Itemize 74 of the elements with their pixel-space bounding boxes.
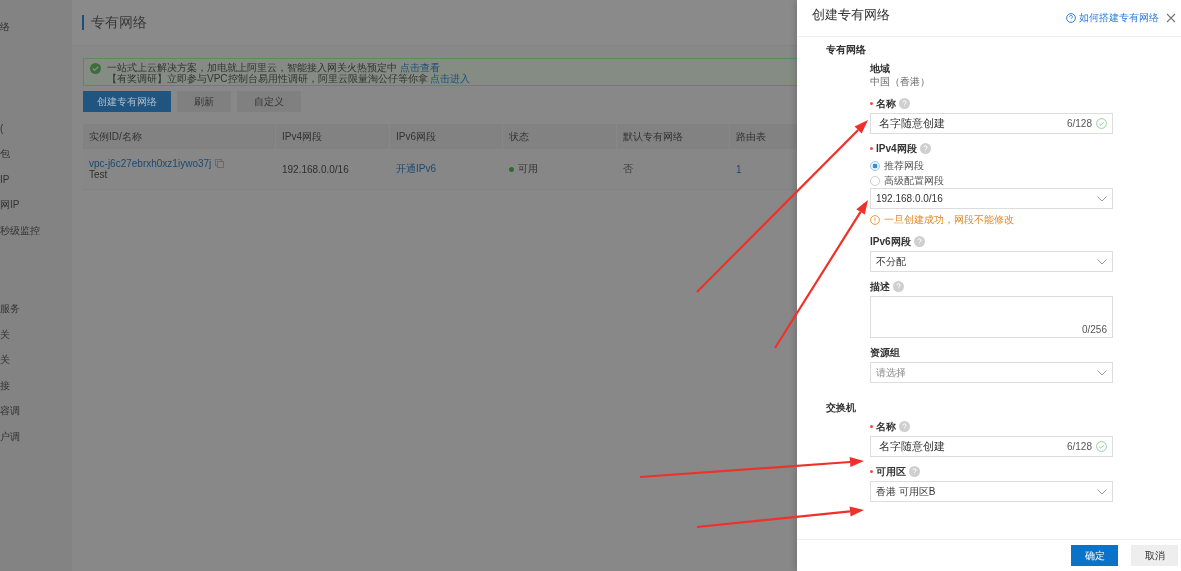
sidebar-item[interactable]: 络 [0, 21, 10, 32]
radio-button[interactable] [870, 160, 880, 171]
page-title: 专有网络 [82, 15, 147, 30]
sidebar-item[interactable]: 关 [0, 328, 10, 340]
cancel-button[interactable]: 取消 [1131, 545, 1178, 566]
notice-link[interactable]: 点击进入 [430, 73, 471, 84]
help-icon[interactable] [919, 143, 931, 154]
sidebar-item[interactable]: 包 [0, 148, 10, 159]
check-circle-icon [1096, 118, 1107, 129]
sidebar-item[interactable]: 网IP [0, 199, 20, 210]
description-field[interactable]: 0/256 [870, 296, 1113, 338]
notice-text: 【有奖调研】立即参与VPC控制台易用性调研，阿里云限量淘公仔等你拿 点击进入 [107, 73, 471, 84]
check-circle-icon [1096, 441, 1107, 452]
field-label: 地域 [870, 61, 890, 76]
table-cell: 否 [623, 162, 633, 176]
sidebar-item[interactable]: 接 [0, 379, 10, 391]
help-icon[interactable] [909, 466, 920, 477]
status-text: 可用 [518, 162, 538, 176]
enable-ipv6-link[interactable]: 开通IPv6 [396, 162, 436, 176]
warning-icon [870, 215, 880, 225]
sidebar-item[interactable]: 服务 [0, 303, 20, 314]
instance-name: Test [89, 169, 108, 180]
region-value: 中国（香港） [870, 75, 931, 89]
select-field[interactable]: 不分配 [870, 251, 1113, 272]
drawer-title: 创建专有网络 [812, 6, 890, 24]
toolbar-button[interactable]: 自定义 [237, 91, 301, 112]
instance-id-link[interactable]: vpc-j6c27ebrxh0xz1iywo37j [89, 158, 212, 169]
sidebar-item[interactable]: 容调 [0, 405, 20, 416]
select-field[interactable]: 香港 可用区B [870, 481, 1113, 502]
field-label: IPv6网段 [870, 234, 911, 249]
help-icon[interactable] [899, 421, 910, 432]
chevron-down-icon [1097, 488, 1107, 495]
sidebar-item[interactable]: 关 [0, 354, 10, 365]
copy-icon[interactable] [215, 159, 225, 168]
sidebar-item[interactable]: ( [0, 122, 4, 134]
help-icon[interactable] [899, 98, 910, 109]
sidebar-item[interactable]: 户调 [0, 430, 20, 442]
field-label: 名称 [876, 96, 896, 111]
chevron-down-icon [1097, 195, 1107, 202]
cidr-select[interactable]: 192.168.0.0/16 [870, 188, 1113, 209]
chevron-down-icon [1097, 369, 1107, 376]
field-label: 资源组 [870, 345, 900, 360]
field-label: 名称 [876, 419, 896, 434]
section-title: 交换机 [826, 401, 857, 415]
radio-option[interactable]: 推荐网段 [870, 158, 1113, 173]
toolbar-button[interactable]: 刷新 [177, 91, 231, 112]
help-link[interactable]: 如何搭建专有网络 [1079, 11, 1159, 25]
section-title: 专有网络 [826, 43, 867, 57]
status-dot [509, 166, 514, 172]
warning-text: 一旦创建成功，网段不能修改 [884, 213, 1014, 227]
field-label: 可用区 [876, 464, 906, 479]
input-field[interactable]: 名字随意创建 6/128 [870, 436, 1113, 457]
help-icon [1066, 13, 1076, 23]
required-mark [870, 425, 873, 428]
close-icon[interactable] [1166, 13, 1176, 23]
sidebar-item[interactable]: IP [0, 173, 10, 185]
field-label: 描述 [870, 279, 890, 294]
input-field[interactable]: 名字随意创建 6/128 [870, 113, 1113, 134]
toolbar-button[interactable]: 创建专有网络 [83, 91, 171, 112]
help-icon[interactable] [893, 281, 904, 292]
required-mark [870, 102, 873, 105]
sidebar-item[interactable]: 秒级监控 [0, 224, 40, 236]
table-cell: 192.168.0.0/16 [282, 163, 349, 175]
select-field[interactable]: 请选择 [870, 362, 1113, 383]
chevron-down-icon [1097, 258, 1107, 265]
success-icon [90, 63, 101, 74]
confirm-button[interactable]: 确定 [1071, 545, 1118, 566]
required-mark [870, 470, 873, 473]
required-mark [870, 147, 873, 150]
radio-option[interactable]: 高级配置网段 [870, 173, 1113, 188]
help-icon[interactable] [913, 236, 925, 247]
field-label: IPv4网段 [876, 141, 917, 156]
route-table-link[interactable]: 1 [736, 163, 742, 175]
notice-link[interactable]: 点击查看 [399, 62, 440, 73]
